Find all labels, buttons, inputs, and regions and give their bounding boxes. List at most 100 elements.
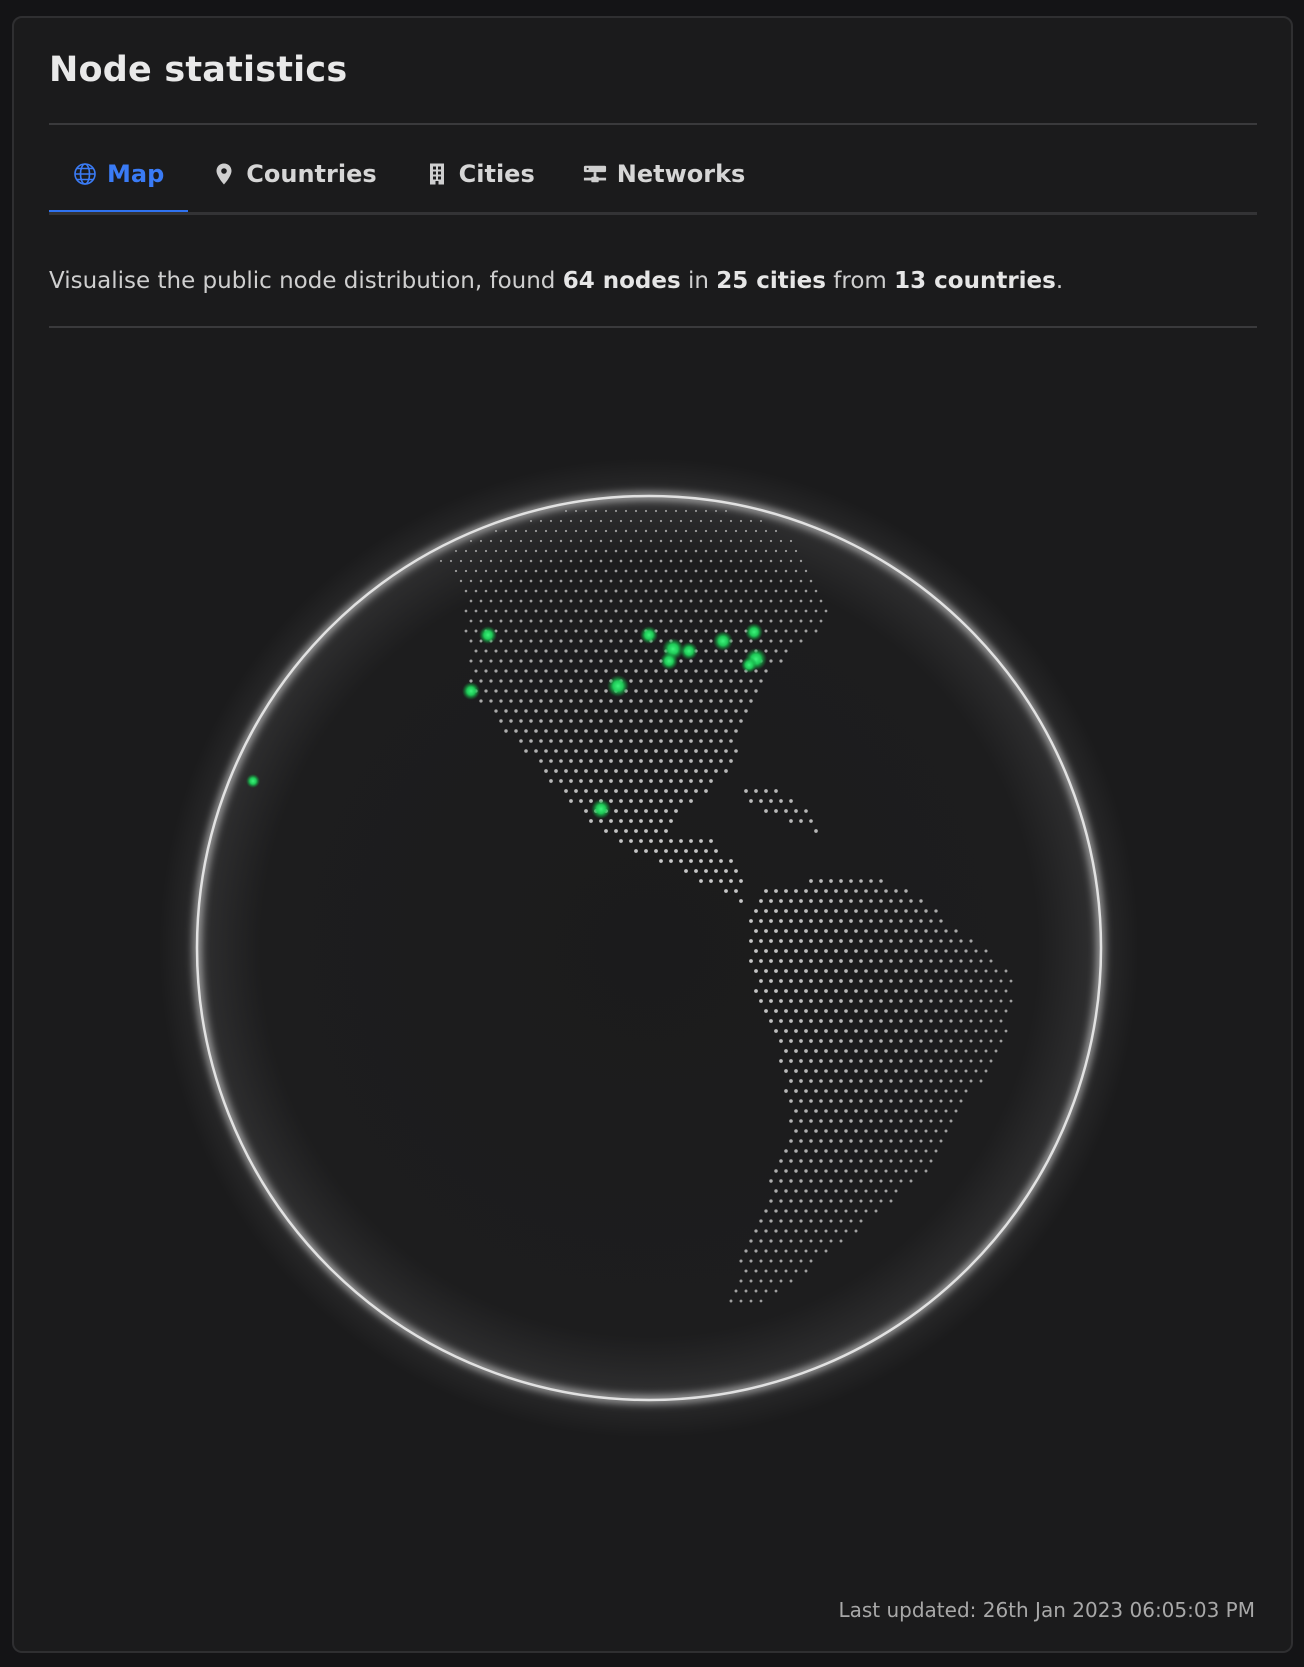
land-dot xyxy=(554,649,558,653)
land-dot xyxy=(954,1029,958,1033)
land-dot xyxy=(919,999,923,1003)
land-dot xyxy=(524,609,528,613)
land-dot xyxy=(724,609,728,613)
node-globe[interactable] xyxy=(159,458,1139,1438)
land-dot xyxy=(579,699,583,703)
land-dot xyxy=(709,519,713,523)
land-dot xyxy=(869,919,873,923)
land-dot xyxy=(564,709,568,713)
land-dot xyxy=(774,1009,778,1013)
land-dot xyxy=(764,1209,768,1213)
land-dot xyxy=(494,549,498,553)
land-dot xyxy=(984,1009,988,1013)
land-dot xyxy=(844,949,848,953)
land-dot xyxy=(549,719,553,723)
land-dot xyxy=(699,559,703,563)
land-dot xyxy=(594,629,598,633)
node-marker[interactable] xyxy=(246,774,260,788)
land-dot xyxy=(734,709,738,713)
land-dot xyxy=(739,519,743,523)
land-dot xyxy=(654,849,658,853)
land-dot xyxy=(544,629,548,633)
land-dot xyxy=(599,779,603,783)
land-dot xyxy=(614,589,618,593)
land-dot xyxy=(604,649,608,653)
land-dot xyxy=(529,719,533,723)
land-dot xyxy=(929,979,933,983)
node-marker[interactable] xyxy=(640,626,658,644)
land-dot xyxy=(939,1059,943,1063)
land-dot xyxy=(954,969,958,973)
land-dot xyxy=(809,879,813,883)
tab-countries[interactable]: Countries xyxy=(188,146,400,210)
land-dot xyxy=(919,1139,923,1143)
land-dot xyxy=(724,689,728,693)
land-dot xyxy=(864,1129,868,1133)
land-dot xyxy=(549,579,553,583)
tab-cities[interactable]: Cities xyxy=(401,146,559,210)
land-dot xyxy=(954,929,958,933)
land-dot xyxy=(479,579,483,583)
node-marker[interactable] xyxy=(479,626,497,644)
land-dot xyxy=(879,999,883,1003)
land-dot xyxy=(869,1159,873,1163)
land-dot xyxy=(954,1049,958,1053)
land-dot xyxy=(809,919,813,923)
land-dot xyxy=(519,559,523,563)
land-dot xyxy=(559,599,563,603)
land-dot xyxy=(509,639,513,643)
land-dot xyxy=(789,1159,793,1163)
land-dot xyxy=(674,629,678,633)
land-dot xyxy=(574,629,578,633)
land-dot xyxy=(849,1119,853,1123)
land-dot xyxy=(569,619,573,623)
land-dot xyxy=(519,579,523,583)
land-dot xyxy=(624,649,628,653)
land-dot xyxy=(569,719,573,723)
land-dot xyxy=(759,579,763,583)
node-marker[interactable] xyxy=(607,675,629,697)
node-marker[interactable] xyxy=(741,657,757,673)
land-dot xyxy=(654,509,658,513)
node-marker[interactable] xyxy=(660,652,678,670)
land-dot xyxy=(549,599,553,603)
node-marker[interactable] xyxy=(713,631,733,651)
node-marker[interactable] xyxy=(462,682,480,700)
globe-canvas[interactable] xyxy=(159,458,1139,1438)
land-dot xyxy=(634,849,638,853)
land-dot xyxy=(859,1199,863,1203)
land-dot xyxy=(644,669,648,673)
land-dot xyxy=(624,669,628,673)
land-dot xyxy=(779,659,783,663)
land-dot xyxy=(829,1019,833,1023)
land-dot xyxy=(904,949,908,953)
land-dot xyxy=(544,569,548,573)
land-dot xyxy=(774,969,778,973)
land-dot xyxy=(854,1029,858,1033)
land-dot xyxy=(729,519,733,523)
land-dot xyxy=(784,949,788,953)
land-dot xyxy=(684,629,688,633)
tab-networks[interactable]: Networks xyxy=(559,146,770,210)
land-dot xyxy=(864,1109,868,1113)
land-dot xyxy=(669,559,673,563)
land-dot xyxy=(899,979,903,983)
land-dot xyxy=(799,1119,803,1123)
land-dot xyxy=(889,1019,893,1023)
node-marker[interactable] xyxy=(745,623,763,641)
node-marker[interactable] xyxy=(680,642,698,660)
tab-map[interactable]: Map xyxy=(49,146,189,214)
land-dot xyxy=(769,939,773,943)
node-marker[interactable] xyxy=(591,799,611,819)
land-dot xyxy=(839,1019,843,1023)
land-dot xyxy=(724,669,728,673)
land-dot xyxy=(834,1129,838,1133)
land-dot xyxy=(774,1249,778,1253)
land-dot xyxy=(739,899,743,903)
land-dot xyxy=(579,559,583,563)
land-dot xyxy=(639,539,643,543)
land-dot xyxy=(469,539,473,543)
land-dot xyxy=(654,729,658,733)
land-dot xyxy=(729,879,733,883)
land-dot xyxy=(664,789,668,793)
